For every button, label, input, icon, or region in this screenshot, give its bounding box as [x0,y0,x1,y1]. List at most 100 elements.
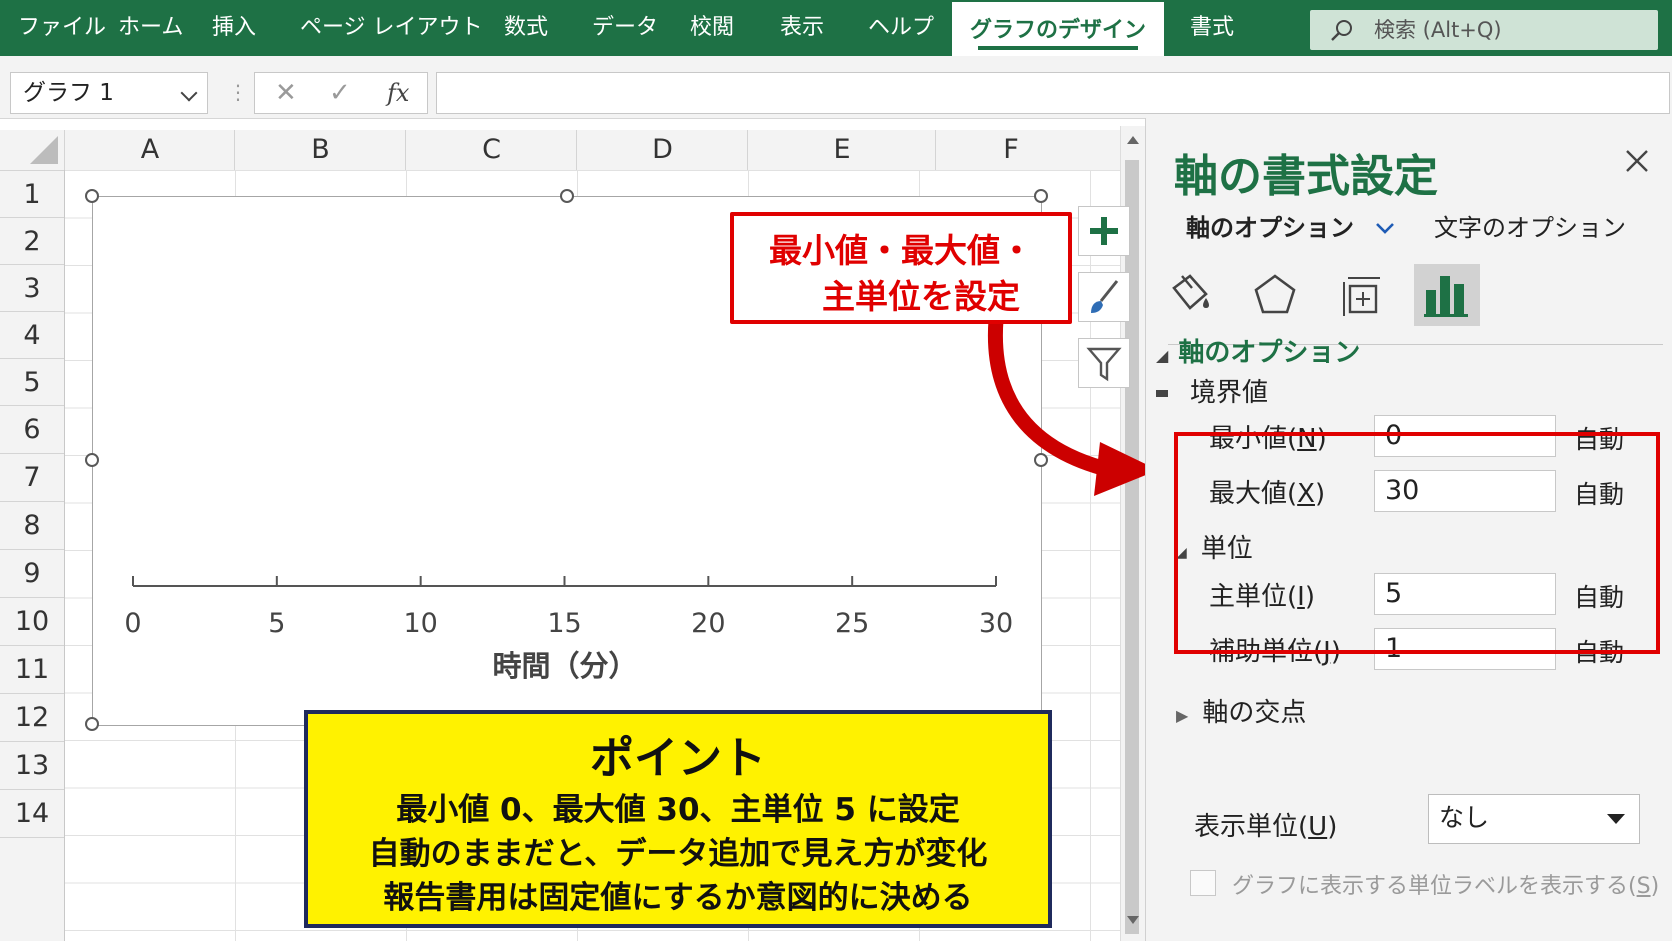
tab-chart-design[interactable]: グラフのデザイン [952,2,1164,56]
resize-handle-top-left[interactable] [85,189,99,203]
pane-title: 軸の書式設定 [1174,151,1438,202]
chart-styles-button[interactable] [1078,272,1130,322]
tab-format[interactable]: 書式 [1190,0,1234,56]
pentagon-icon[interactable] [1242,264,1308,326]
row-header: 1 2 3 4 5 6 7 8 9 10 11 12 13 14 [0,170,65,941]
cancel-icon[interactable]: ✕ [275,73,297,113]
scroll-up-icon[interactable] [1127,136,1139,144]
column-a[interactable]: A [64,130,235,170]
point-line-1: 最小値 0、最大値 30、主単位 5 に設定 [396,792,960,828]
point-line-3: 報告書用は固定値にするか意図的に決める [383,880,973,916]
select-all-corner[interactable] [0,130,64,170]
row-13[interactable]: 13 [0,741,64,789]
formula-input[interactable] [436,72,1670,114]
callout-box: 最小値・最大値・ 主単位を設定 [730,212,1072,324]
insert-function-button[interactable]: fx [387,73,409,113]
row-1[interactable]: 1 [0,170,64,217]
collapse-triangle-icon: ◢ [1156,346,1169,365]
column-f[interactable]: F [935,130,1086,170]
row-2[interactable]: 2 [0,217,64,264]
x-tick-label-30: 30 [979,608,1013,639]
x-tick-label-20: 20 [691,608,725,639]
show-units-label-text: グラフに表示する単位ラベルを表示する(S) [1232,874,1660,899]
section-axis-options-label: 軸のオプション [1178,338,1361,368]
group-bounds-label: 境界値 [1190,378,1269,408]
fill-bucket-icon[interactable] [1156,264,1222,326]
tab-insert[interactable]: 挿入 [212,0,256,56]
section-axis-options[interactable]: ◢ 軸のオプション [1156,332,1360,369]
row-7[interactable]: 7 [0,453,64,501]
callout-line-1: 最小値・最大値・ [769,231,1033,270]
highlight-box [1174,432,1660,654]
x-tick-label-25: 25 [835,608,869,639]
group-bounds[interactable]: 境界値 [1156,372,1268,409]
close-icon[interactable] [1622,146,1652,176]
name-box[interactable]: グラフ 1 [10,72,208,114]
tab-axis-options-label: 軸のオプション [1186,214,1354,242]
plus-icon [1090,217,1118,245]
formula-bar: グラフ 1 ⋮ ✕ ✓ fx [0,56,1672,119]
point-title: ポイント [590,733,766,784]
tab-text-options[interactable]: 文字のオプション [1434,208,1626,243]
dropdown-arrow-icon [1607,814,1625,824]
format-axis-pane: 軸の書式設定 軸のオプション 文字のオプション ◢ 軸のオプション 境界値 最小… [1145,118,1672,941]
x-tick-label-0: 0 [124,608,141,639]
x-axis-tick-labels: 0 5 10 15 20 25 30 [124,608,1013,639]
row-4[interactable]: 4 [0,311,64,358]
tab-help[interactable]: ヘルプ [868,0,934,56]
row-3[interactable]: 3 [0,264,64,311]
row-11[interactable]: 11 [0,645,64,693]
more-dots-icon: ⋮ [228,80,248,104]
column-header: A B C D E F [0,130,1128,171]
column-b[interactable]: B [234,130,406,170]
display-units-select[interactable]: なし [1428,794,1640,844]
column-c[interactable]: C [405,130,577,170]
resize-handle-top[interactable] [560,189,574,203]
search-icon [1331,20,1352,41]
point-line-2: 自動のままだと、データ追加で見え方が変化 [368,836,988,872]
name-box-value: グラフ 1 [23,80,114,106]
confirm-icon[interactable]: ✓ [329,73,351,113]
column-e[interactable]: E [747,130,936,170]
row-10[interactable]: 10 [0,597,64,645]
tab-review[interactable]: 校閲 [690,0,734,56]
row-14[interactable]: 14 [0,789,64,837]
x-tick-label-10: 10 [403,608,437,639]
chart-elements-button[interactable] [1078,206,1130,256]
x-tick-label-15: 15 [547,608,581,639]
resize-handle-left[interactable] [85,453,99,467]
size-properties-icon[interactable] [1328,264,1394,326]
row-12[interactable]: 12 [0,693,64,741]
ribbon: ファイル ホーム 挿入 ページ レイアウト 数式 データ 校閲 表示 ヘルプ グ… [0,0,1672,56]
row-9[interactable]: 9 [0,549,64,597]
row-5[interactable]: 5 [0,358,64,405]
tab-axis-options[interactable]: 軸のオプション [1186,208,1396,243]
tab-data[interactable]: データ [592,0,658,56]
x-tick-label-5: 5 [268,608,285,639]
search-placeholder: 検索 (Alt+Q) [1374,18,1502,42]
show-units-label-checkbox[interactable] [1190,870,1216,896]
group-axis-crossing[interactable]: ▶ 軸の交点 [1176,692,1306,729]
display-units-label: 表示単位(U) [1194,812,1338,842]
row-empty [0,837,64,941]
tab-file[interactable]: ファイル [18,0,106,56]
tab-page-layout[interactable]: ページ レイアウト [300,0,483,56]
row-8[interactable]: 8 [0,501,64,549]
tab-chart-design-label: グラフのデザイン [969,18,1146,43]
resize-handle-top-right[interactable] [1034,189,1048,203]
display-units-value: なし [1439,803,1490,832]
row-6[interactable]: 6 [0,405,64,453]
tab-home[interactable]: ホーム [118,0,183,56]
active-tab-underline [978,46,1138,50]
chevron-down-icon [1376,223,1395,234]
chevron-down-icon[interactable] [180,84,198,102]
point-box: ポイント 最小値 0、最大値 30、主単位 5 に設定 自動のままだと、データ追… [304,710,1052,928]
search-box[interactable]: 検索 (Alt+Q) [1310,10,1658,50]
brush-icon [1091,280,1119,313]
bar-chart-icon[interactable] [1414,264,1480,326]
scroll-down-icon[interactable] [1127,916,1139,924]
resize-handle-bottom-left[interactable] [85,717,99,731]
column-d[interactable]: D [576,130,748,170]
tab-formulas[interactable]: 数式 [504,0,548,56]
tab-view[interactable]: 表示 [780,0,824,56]
